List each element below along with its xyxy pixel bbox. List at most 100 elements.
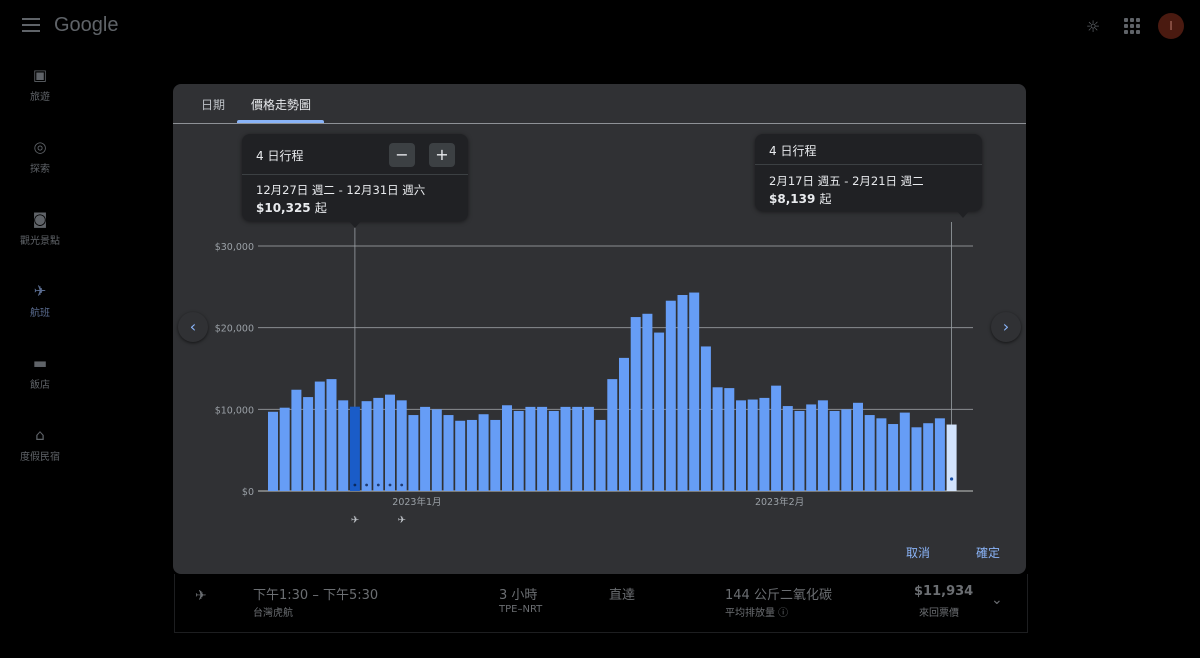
price-bar[interactable] — [583, 406, 594, 491]
price-bar[interactable] — [712, 387, 723, 491]
return-icon: ✈ — [398, 515, 406, 524]
price-bar[interactable] — [314, 381, 325, 491]
price-bar[interactable] — [560, 406, 571, 491]
price-bar[interactable] — [385, 394, 395, 491]
increase-trip-length-button[interactable]: + — [429, 143, 455, 167]
sidebar-item-hotels[interactable]: ▬ 飯店 — [0, 354, 80, 420]
price-bar[interactable] — [853, 402, 863, 491]
flight-emissions: 144 公斤二氧化碳 — [725, 588, 832, 603]
sidebar-item-label: 飯店 — [30, 380, 50, 391]
price-bar[interactable] — [326, 379, 337, 491]
price-bar[interactable] — [923, 423, 934, 491]
price-bar[interactable] — [537, 406, 548, 491]
trip-range-dot — [365, 483, 368, 487]
chevron-left-icon[interactable]: ‹ — [178, 312, 208, 342]
active-tab-indicator — [237, 120, 324, 123]
price-bar[interactable] — [630, 317, 641, 491]
tab-price-graph[interactable]: 價格走勢圖 — [251, 96, 311, 113]
price-bar[interactable] — [771, 385, 782, 491]
sidebar-item-vacation-rentals[interactable]: ⌂ 度假民宿 — [0, 426, 80, 492]
price-bar[interactable] — [572, 406, 583, 491]
confirm-button[interactable]: 確定 — [976, 544, 1000, 561]
price-bar[interactable] — [724, 388, 735, 491]
apps-grid-icon[interactable] — [1124, 18, 1140, 34]
price-bar[interactable] — [525, 406, 536, 491]
price-bar[interactable] — [700, 346, 711, 491]
price-bar[interactable] — [888, 424, 899, 491]
flight-time: 下午1:30 – 下午5:30 — [253, 588, 379, 603]
sidebar-item-things-to-do[interactable]: ◙ 觀光景點 — [0, 210, 80, 276]
sidebar-item-label: 探索 — [30, 164, 50, 175]
price-bar[interactable] — [841, 409, 852, 491]
price-bar[interactable] — [373, 397, 384, 491]
x-month-label: 2023年1月 — [392, 496, 441, 508]
sidebar-item-label: 觀光景點 — [20, 236, 60, 247]
chevron-down-icon[interactable]: ⌄ — [991, 592, 1003, 608]
price-bar[interactable] — [303, 397, 314, 491]
price-bar[interactable] — [759, 397, 770, 491]
price-bar[interactable] — [455, 420, 466, 491]
y-tick-label: $30,000 — [215, 242, 254, 253]
price-bar[interactable] — [478, 414, 489, 491]
cancel-button[interactable]: 取消 — [906, 544, 930, 561]
price-bar[interactable] — [279, 407, 290, 491]
price-bar[interactable] — [420, 406, 431, 491]
price-bar[interactable] — [829, 410, 840, 491]
price-bar[interactable] — [431, 409, 442, 491]
price-bar[interactable] — [689, 292, 700, 491]
price-bar[interactable] — [899, 412, 910, 491]
sidebar-item-explore[interactable]: ◎ 探索 — [0, 138, 80, 204]
trip-range-dot — [388, 483, 392, 487]
price-bar[interactable] — [548, 410, 559, 491]
price-bar[interactable] — [595, 419, 606, 491]
sidebar-item-flights[interactable]: ✈ 航班 — [0, 282, 80, 348]
price-bar[interactable] — [361, 401, 372, 491]
tab-dates[interactable]: 日期 — [201, 96, 225, 113]
price-bar[interactable] — [338, 400, 349, 491]
flight-stops: 直達 — [609, 588, 636, 603]
price-bar[interactable] — [349, 406, 360, 491]
google-logo[interactable]: Google — [54, 14, 119, 37]
avatar[interactable]: I — [1158, 13, 1184, 39]
price-bar[interactable] — [736, 400, 746, 491]
price-bar[interactable] — [654, 332, 665, 491]
price-bar[interactable] — [665, 300, 676, 491]
price-bar[interactable] — [794, 410, 805, 491]
price-bar[interactable] — [934, 418, 945, 491]
hotel-icon: ▬ — [32, 354, 48, 372]
price-bar[interactable] — [490, 419, 501, 491]
selected-trip-price: $10,325 起 — [256, 201, 327, 215]
chevron-right-icon[interactable]: › — [991, 312, 1021, 342]
price-bar[interactable] — [291, 389, 302, 491]
price-bar[interactable] — [747, 399, 758, 491]
selected-trip-dates: 12月27日 週二 - 12月31日 週六 — [256, 183, 426, 197]
price-bar[interactable] — [607, 379, 618, 491]
price-bar[interactable] — [806, 404, 817, 491]
sidebar-item-travel[interactable]: ▣ 旅遊 — [0, 66, 80, 132]
price-bar[interactable] — [642, 313, 653, 491]
price-bar[interactable] — [408, 415, 419, 491]
theme-icon[interactable]: ☼ — [1084, 18, 1102, 36]
price-bar[interactable] — [619, 357, 629, 491]
price-bar[interactable] — [466, 419, 477, 491]
price-bar[interactable] — [513, 410, 524, 491]
price-bar[interactable] — [443, 415, 454, 491]
price-bar[interactable] — [911, 427, 922, 491]
trip-range-dot — [376, 483, 380, 487]
sidebar-item-label: 度假民宿 — [20, 452, 60, 463]
price-bar[interactable] — [502, 405, 512, 491]
hover-trip-dates: 2月17日 週五 - 2月21日 週二 — [769, 174, 924, 188]
price-bar[interactable] — [782, 406, 793, 491]
menu-icon[interactable] — [22, 18, 40, 32]
price-bar[interactable] — [876, 418, 887, 491]
price-bar[interactable] — [817, 400, 828, 491]
price-bar[interactable] — [677, 295, 688, 491]
price-bar[interactable] — [946, 424, 957, 491]
hover-trip-card: 4 日行程 2月17日 週五 - 2月21日 週二 $8,139 起 — [755, 134, 982, 218]
price-bar[interactable] — [864, 415, 875, 491]
price-bar[interactable] — [268, 411, 278, 491]
flight-result-row[interactable]: ✈ 下午1:30 – 下午5:30 台灣虎航 3 小時 TPE–NRT 直達 1… — [174, 574, 1028, 633]
decrease-trip-length-button[interactable]: − — [389, 143, 415, 167]
flight-duration: 3 小時 — [499, 588, 538, 603]
price-bar[interactable] — [396, 400, 407, 491]
